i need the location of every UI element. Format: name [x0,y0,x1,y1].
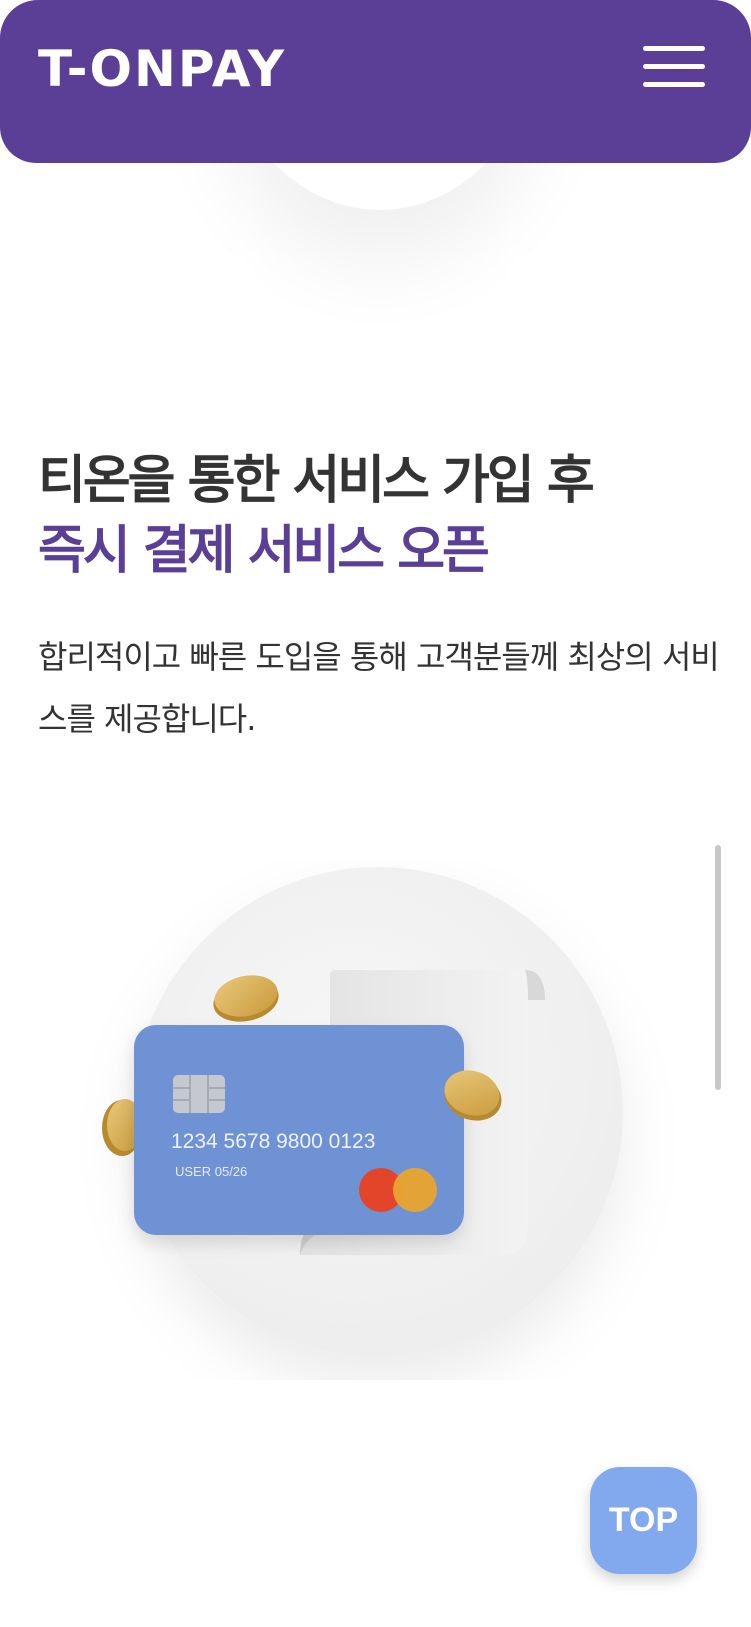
site-header: T-ONPAY [0,0,751,163]
payment-card-illustration: 1234 5678 9800 0123 USER 05/26 [102,867,623,1357]
card-holder: USER 05/26 [175,1164,247,1179]
menu-bar [643,64,705,69]
hero-description: 합리적이고 빠른 도입을 통해 고객분들께 최상의 서비스를 제공합니다. [38,638,720,738]
menu-bar [643,82,705,87]
hamburger-menu-icon[interactable] [643,44,705,90]
menu-bar [643,46,705,51]
logo[interactable]: T-ONPAY [38,40,286,98]
headline-line-1: 티온을 통한 서비스 가입 후 [38,451,595,511]
headline-line-2: 즉시 결제 서비스 오픈 [38,521,490,581]
scroll-to-top-button[interactable]: TOP [590,1467,697,1574]
hero-headline: 티온을 통한 서비스 가입 후 즉시 결제 서비스 오픈 [38,446,595,586]
card-number: 1234 5678 9800 0123 [171,1130,375,1153]
card-chip-icon [173,1075,225,1113]
